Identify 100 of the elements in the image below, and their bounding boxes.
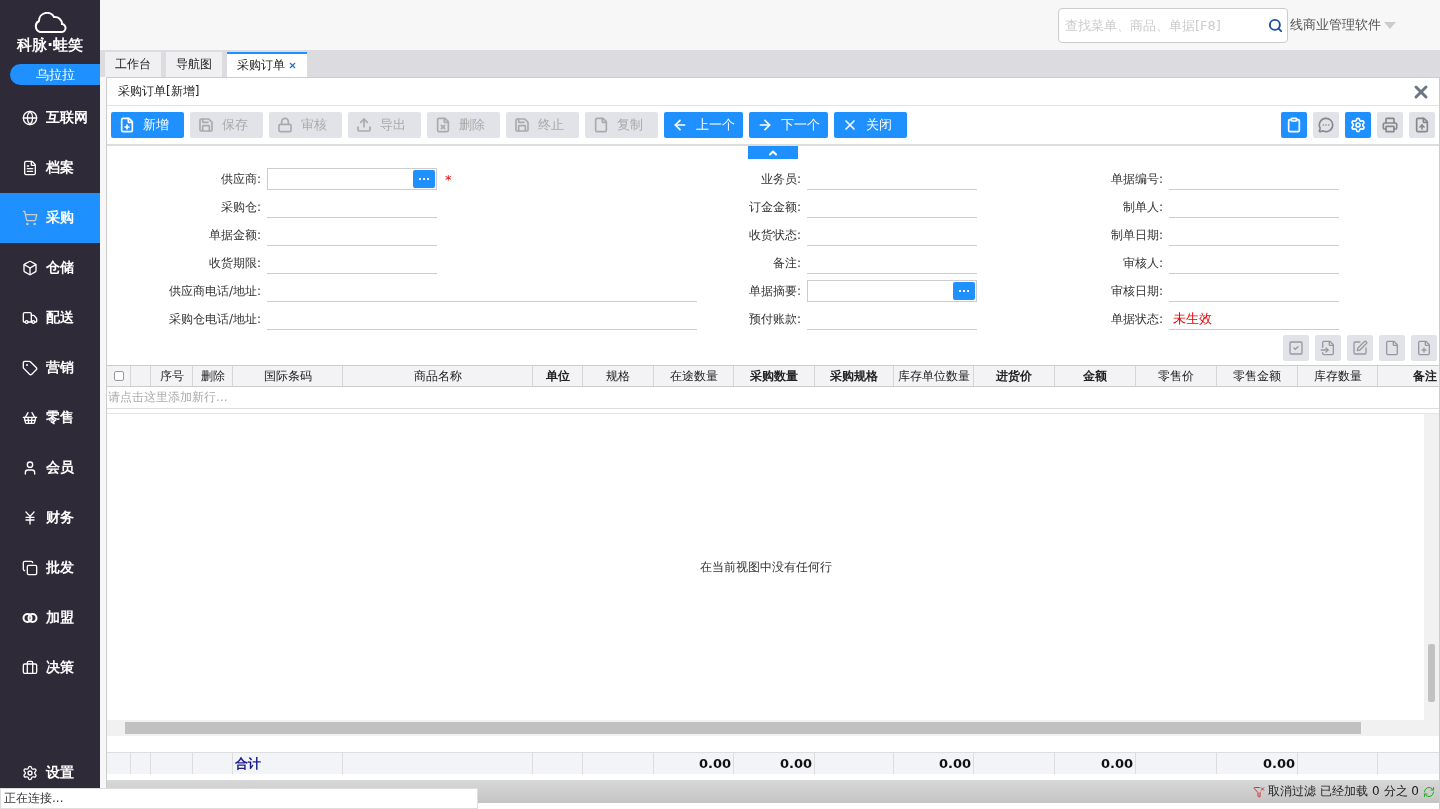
load-status: 已经加载 0 分之 0 [1320, 783, 1419, 800]
horizontal-scrollbar[interactable] [107, 720, 1439, 736]
check-icon [1288, 340, 1304, 356]
briefcase-icon [22, 660, 38, 676]
filter-clear-icon [1253, 785, 1266, 798]
sidebar-item[interactable]: 决策 [0, 643, 100, 693]
grid-tool-button[interactable] [1347, 335, 1373, 361]
sidebar-item[interactable]: 会员 [0, 443, 100, 493]
sidebar-item[interactable]: 加盟 [0, 593, 100, 643]
refresh-icon[interactable] [1423, 785, 1435, 798]
lock-icon [277, 117, 293, 133]
tag-icon [22, 360, 38, 376]
column-header[interactable]: 金额 [1055, 366, 1136, 386]
lookup-button[interactable] [953, 282, 975, 300]
field-label: 供应商电话/地址: [167, 282, 262, 300]
sidebar-item[interactable]: 批发 [0, 543, 100, 593]
panel-title: 采购订单[新增] [118, 83, 200, 100]
field-label: 备注: [771, 254, 802, 272]
field-label: 单据摘要: [747, 282, 802, 300]
document-icon [22, 160, 38, 176]
column-header[interactable]: 单位 [533, 366, 583, 386]
column-header[interactable]: 零售金额 [1217, 366, 1298, 386]
basket-icon [22, 410, 38, 426]
total-value: 0.00 [779, 756, 812, 771]
sidebar-item[interactable]: 零售 [0, 393, 100, 443]
sidebar-item[interactable]: 财务 [0, 493, 100, 543]
tool-button[interactable] [1377, 112, 1403, 138]
sidebar-item[interactable]: 互联网 [0, 93, 100, 143]
column-header[interactable]: 国际条码 [233, 366, 343, 386]
column-header[interactable]: 备注 [1378, 366, 1439, 386]
truck-icon [22, 310, 38, 326]
sidebar-item[interactable]: 档案 [0, 143, 100, 193]
column-header[interactable]: 在途数量 [654, 366, 734, 386]
cloud-logo-icon [32, 12, 68, 34]
settings-icon [22, 765, 38, 781]
clipboard-icon [1286, 117, 1302, 133]
column-header[interactable]: 规格 [583, 366, 654, 386]
column-header[interactable]: 采购规格 [815, 366, 894, 386]
copy-icon [22, 560, 38, 576]
printer-icon [1382, 117, 1398, 133]
edit-icon [1352, 340, 1368, 356]
column-header[interactable]: 库存数量 [1298, 366, 1378, 386]
close-icon[interactable] [288, 61, 297, 70]
grid-tool-button[interactable] [1283, 335, 1309, 361]
clear-filter-button[interactable]: 取消过滤 [1253, 783, 1317, 800]
tool-button[interactable] [1313, 112, 1339, 138]
save-icon [198, 117, 214, 133]
checkbox[interactable] [113, 371, 124, 381]
column-header[interactable]: 序号 [151, 366, 193, 386]
field-label: 订金金额: [747, 198, 802, 216]
connection-status: 正在连接... [0, 788, 478, 809]
globe-icon [22, 110, 38, 126]
lookup-button[interactable] [413, 170, 435, 188]
cart-icon [22, 210, 38, 226]
input-field[interactable]: 未生效 [1169, 308, 1339, 330]
tab[interactable]: 工作台 [105, 52, 161, 77]
input-field[interactable] [807, 280, 977, 302]
tool-button[interactable] [1281, 112, 1307, 138]
field-label: 制单人: [1121, 198, 1164, 216]
field-label: 审核日期: [1109, 282, 1164, 300]
field-label: 单据状态: [1109, 310, 1164, 328]
field-label: 采购仓电话/地址: [167, 310, 262, 328]
column-header[interactable]: 删除 [193, 366, 233, 386]
rings-icon [22, 613, 38, 623]
field-label: 单据编号: [1109, 170, 1164, 188]
grid-tool-button[interactable] [1379, 335, 1405, 361]
total-value: 合计 [235, 754, 261, 773]
column-header[interactable]: 库存单位数量 [894, 366, 974, 386]
total-value: 0.00 [698, 756, 731, 771]
product-menu[interactable]: 线商业管理软件 [1290, 16, 1396, 34]
box-icon [22, 260, 38, 276]
grid-tool-button[interactable] [1315, 335, 1341, 361]
column-header[interactable]: 采购数量 [734, 366, 815, 386]
field-label: 供应商: [219, 170, 262, 188]
input-field[interactable] [267, 168, 437, 190]
tab[interactable]: 导航图 [166, 52, 222, 77]
tool-button[interactable] [1345, 112, 1371, 138]
field-label: 采购仓: [219, 198, 262, 216]
field-label: 收货状态: [747, 226, 802, 244]
tool-button[interactable] [1409, 112, 1435, 138]
settings-item[interactable]: 设置 [0, 761, 100, 785]
sidebar-item[interactable]: 营销 [0, 343, 100, 393]
required-mark: * [445, 171, 452, 187]
upload-icon [356, 117, 372, 133]
search-icon[interactable] [1268, 17, 1283, 33]
sidebar-item[interactable]: 仓储 [0, 243, 100, 293]
collapse-button[interactable] [748, 146, 798, 159]
field-label: 预付账款: [747, 310, 802, 328]
caret-icon [1384, 21, 1396, 29]
column-header[interactable]: 零售价 [1136, 366, 1217, 386]
save-icon [514, 117, 530, 133]
sidebar-item[interactable]: 配送 [0, 293, 100, 343]
column-header[interactable]: 进货价 [974, 366, 1055, 386]
total-value: 0.00 [1100, 756, 1133, 771]
grid-tool-button[interactable] [1411, 335, 1437, 361]
tab[interactable]: 采购订单 [227, 52, 307, 77]
close-icon [842, 117, 858, 133]
vertical-scrollbar[interactable] [1424, 414, 1439, 720]
person-icon [22, 460, 38, 476]
column-header[interactable]: 商品名称 [343, 366, 533, 386]
